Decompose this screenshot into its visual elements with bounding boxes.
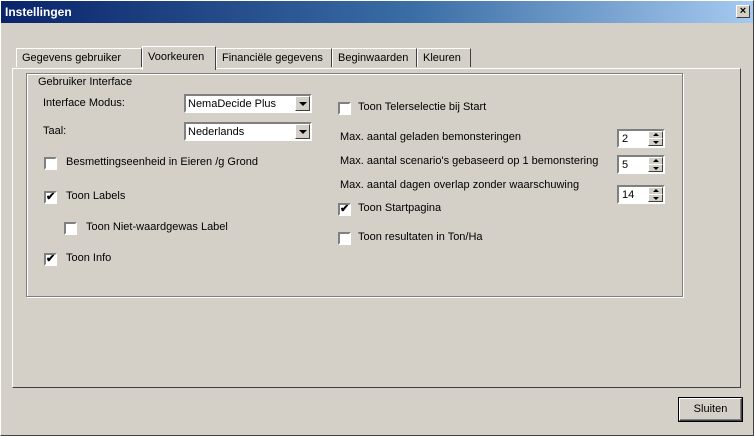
tab-label: Financiële gegevens: [222, 52, 323, 64]
tab-label: Gegevens gebruiker: [22, 52, 122, 64]
show-grower-selection-checkbox[interactable]: [338, 102, 351, 115]
chevron-down-icon[interactable]: [295, 96, 310, 111]
tab-gegevens-gebruiker[interactable]: Gegevens gebruiker: [16, 48, 142, 67]
chevron-down-icon[interactable]: [648, 164, 663, 172]
interface-mode-value: NemaDecide Plus: [188, 98, 277, 110]
max-scenarios-value: 5: [622, 159, 629, 171]
show-grower-selection-label: Toon Telerselectie bij Start: [358, 101, 487, 113]
interface-mode-select[interactable]: NemaDecide Plus: [184, 94, 312, 113]
show-start-page-label: Toon Startpagina: [358, 202, 442, 214]
show-labels-checkbox[interactable]: ✔: [44, 191, 57, 204]
max-overlap-days-label: Max. aantal dagen overlap zonder waarsch…: [340, 179, 580, 191]
close-button[interactable]: Sluiten: [679, 398, 742, 421]
language-select[interactable]: Nederlands: [184, 122, 312, 141]
language-label: Taal:: [43, 125, 67, 137]
tab-kleuren[interactable]: Kleuren: [417, 48, 471, 67]
close-icon[interactable]: ×: [736, 5, 750, 18]
tab-voorkeuren[interactable]: Voorkeuren: [142, 46, 216, 70]
max-samplings-label: Max. aantal geladen bemonsteringen: [340, 131, 522, 143]
max-scenarios-label: Max. aantal scenario's gebaseerd op 1 be…: [340, 155, 599, 167]
show-labels-label: Toon Labels: [66, 190, 126, 202]
check-icon: ✔: [340, 203, 350, 215]
max-samplings-value: 2: [622, 133, 629, 145]
show-results-ton-ha-checkbox[interactable]: [338, 232, 351, 245]
show-non-host-label-label: Toon Niet-waardgewas Label: [86, 221, 228, 233]
spinner-buttons: [648, 187, 663, 202]
close-button-label: Sluiten: [693, 403, 728, 415]
max-overlap-days-value: 14: [622, 189, 635, 201]
interface-mode-label: Interface Modus:: [43, 97, 125, 109]
max-overlap-days-spinner[interactable]: 14: [617, 185, 665, 204]
tab-label: Voorkeuren: [148, 51, 205, 63]
chevron-down-icon[interactable]: [648, 138, 663, 146]
tab-beginwaarden[interactable]: Beginwaarden: [332, 48, 417, 67]
spinner-buttons: [648, 157, 663, 172]
window-title: Instellingen: [5, 5, 72, 19]
show-start-page-checkbox[interactable]: ✔: [338, 203, 351, 216]
tab-label: Beginwaarden: [338, 52, 409, 64]
tab-label: Kleuren: [423, 52, 461, 64]
chevron-down-icon[interactable]: [295, 124, 310, 139]
show-info-label: Toon Info: [66, 252, 112, 264]
infection-unit-label: Besmettingseenheid in Eieren /g Grond: [66, 156, 259, 168]
check-icon: ✔: [46, 253, 56, 265]
group-title: Gebruiker Interface: [36, 76, 135, 88]
show-results-ton-ha-label: Toon resultaten in Ton/Ha: [358, 231, 483, 243]
title-bar[interactable]: Instellingen ×: [1, 1, 753, 23]
spinner-buttons: [648, 131, 663, 146]
check-icon: ✔: [46, 191, 56, 203]
infection-unit-checkbox[interactable]: [44, 157, 57, 170]
chevron-down-icon[interactable]: [648, 194, 663, 202]
max-scenarios-spinner[interactable]: 5: [617, 155, 665, 174]
max-samplings-spinner[interactable]: 2: [617, 129, 665, 148]
show-info-checkbox[interactable]: ✔: [44, 253, 57, 266]
language-value: Nederlands: [188, 126, 245, 138]
show-non-host-label-checkbox[interactable]: [64, 222, 77, 235]
tab-financiele-gegevens[interactable]: Financiële gegevens: [216, 48, 332, 67]
